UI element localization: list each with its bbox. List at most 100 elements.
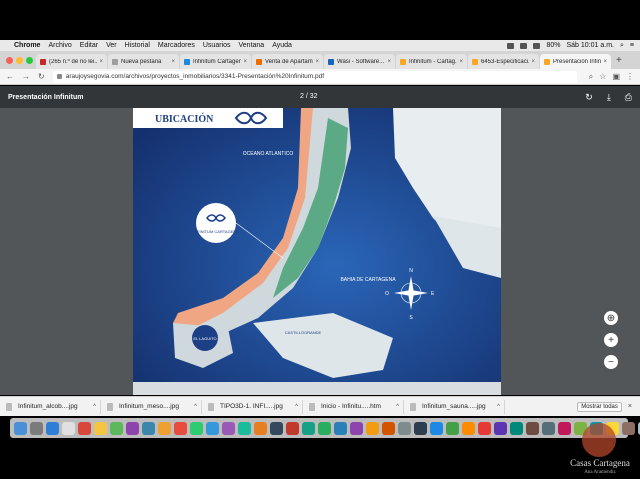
- menu-historial[interactable]: Historial: [125, 42, 150, 49]
- dock-app-icon[interactable]: [158, 421, 171, 435]
- print-icon[interactable]: ⎙: [625, 92, 632, 103]
- bookmark-star-icon[interactable]: ☆: [599, 72, 606, 81]
- dock-app-icon[interactable]: [30, 421, 43, 435]
- menu-kebab-icon[interactable]: ⋮: [626, 72, 634, 81]
- tab-close-icon[interactable]: ×: [603, 59, 607, 65]
- show-all-button[interactable]: Mostrar todas: [577, 401, 622, 412]
- dock-app-icon[interactable]: [318, 421, 331, 435]
- dock-app-icon[interactable]: [254, 421, 267, 435]
- dock-app-icon[interactable]: [526, 421, 539, 435]
- dock-app-icon[interactable]: [334, 421, 347, 435]
- search-page-icon[interactable]: ⌕: [589, 72, 593, 82]
- dock-app-icon[interactable]: [94, 421, 107, 435]
- pdf-viewport[interactable]: UBICACIÓN OCEANO ATLANTICO BAHIA DE CART…: [0, 108, 640, 395]
- dock-app-icon[interactable]: [398, 421, 411, 435]
- dock-app-icon[interactable]: [110, 421, 123, 435]
- project-marker: [196, 203, 236, 243]
- dock-app-icon[interactable]: [478, 421, 491, 435]
- minimize-window-icon[interactable]: [16, 57, 23, 64]
- chevron-up-icon[interactable]: ^: [497, 404, 500, 410]
- dock-app-icon[interactable]: [222, 421, 235, 435]
- dock-app-icon[interactable]: [462, 421, 475, 435]
- dock-app-icon[interactable]: [510, 421, 523, 435]
- menu-app[interactable]: Chrome: [14, 42, 40, 49]
- dock-app-icon[interactable]: [414, 421, 427, 435]
- dock-app-icon[interactable]: [174, 421, 187, 435]
- menu-usuarios[interactable]: Usuarios: [203, 42, 231, 49]
- chevron-up-icon[interactable]: ^: [93, 404, 96, 410]
- dock-app-icon[interactable]: [270, 421, 283, 435]
- tab-3[interactable]: Venta de Apartam... ×: [252, 54, 323, 69]
- dock-app-icon[interactable]: [46, 421, 59, 435]
- forward-icon[interactable]: →: [22, 72, 30, 81]
- download-item[interactable]: Infinitum_alcob....jpg ^: [0, 399, 101, 414]
- dock-app-icon[interactable]: [494, 421, 507, 435]
- tab-4[interactable]: Wasi - Software... ×: [324, 54, 395, 69]
- back-icon[interactable]: ←: [6, 72, 14, 81]
- dropbox-icon[interactable]: [507, 42, 515, 49]
- dock-app-icon[interactable]: [190, 421, 203, 435]
- download-icon[interactable]: ⤓: [607, 92, 611, 103]
- download-item[interactable]: Infinitum_meso....jpg ^: [101, 399, 202, 414]
- rotate-icon[interactable]: ↻: [585, 92, 593, 103]
- tab-close-icon[interactable]: ×: [387, 59, 391, 65]
- dock-app-icon[interactable]: [78, 421, 91, 435]
- extension-icon[interactable]: ▣: [612, 72, 620, 81]
- new-tab-button[interactable]: +: [616, 54, 622, 69]
- dock-app-icon[interactable]: [302, 421, 315, 435]
- dock-app-icon[interactable]: [350, 421, 363, 435]
- tab-close-icon[interactable]: ×: [315, 59, 319, 65]
- pdf-toolbar: Presentación Infinitum 2 / 32 ↻ ⤓ ⎙: [0, 86, 640, 108]
- dock-app-icon[interactable]: [62, 421, 75, 435]
- download-item[interactable]: Inicio - Infinitu.....htm ^: [303, 399, 404, 414]
- zoom-window-icon[interactable]: [26, 57, 33, 64]
- tab-0[interactable]: (265 n.º de no lei... ×: [36, 54, 107, 69]
- tab-close-icon[interactable]: ×: [459, 59, 463, 65]
- menu-archivo[interactable]: Archivo: [48, 42, 71, 49]
- download-item[interactable]: Infinitum_sauna.....jpg ^: [404, 399, 505, 414]
- search-icon[interactable]: ⌕: [620, 42, 624, 50]
- dock-app-icon[interactable]: [142, 421, 155, 435]
- tab-5[interactable]: Infinitum - Cartag... ×: [396, 54, 467, 69]
- tab-close-icon[interactable]: ×: [99, 59, 103, 65]
- dock-app-icon[interactable]: [238, 421, 251, 435]
- dock-app-icon[interactable]: [206, 421, 219, 435]
- info-icon[interactable]: [56, 74, 62, 79]
- zoom-out-button[interactable]: −: [604, 355, 618, 369]
- chevron-up-icon[interactable]: ^: [194, 404, 197, 410]
- tab-1[interactable]: Nueva pestaña ×: [108, 54, 179, 69]
- dock-app-icon[interactable]: [126, 421, 139, 435]
- dock-app-icon[interactable]: [14, 421, 27, 435]
- wifi-icon[interactable]: [533, 42, 541, 49]
- bluetooth-icon[interactable]: [520, 42, 528, 49]
- download-item[interactable]: TIPO3D-1. INFI.....jpg ^: [202, 399, 303, 414]
- menu-ver[interactable]: Ver: [106, 42, 117, 49]
- menu-ventana[interactable]: Ventana: [239, 42, 265, 49]
- tab-close-icon[interactable]: ×: [171, 59, 175, 65]
- clock[interactable]: Sáb 10:01 a.m.: [567, 42, 614, 49]
- tab-close-icon[interactable]: ×: [243, 59, 247, 65]
- chevron-up-icon[interactable]: ^: [396, 404, 399, 410]
- tab-6[interactable]: 6453-Especificaci... ×: [468, 54, 539, 69]
- dock-app-icon[interactable]: [382, 421, 395, 435]
- close-icon[interactable]: ×: [628, 403, 632, 410]
- dock-app-icon[interactable]: [542, 421, 555, 435]
- tab-2[interactable]: Infinitum Cartagen...×: [180, 54, 251, 69]
- dock-app-icon[interactable]: [286, 421, 299, 435]
- chevron-up-icon[interactable]: ^: [295, 404, 298, 410]
- reload-icon[interactable]: ↻: [38, 72, 45, 81]
- menu-editar[interactable]: Editar: [80, 42, 98, 49]
- dock-app-icon[interactable]: [446, 421, 459, 435]
- menu-ayuda[interactable]: Ayuda: [272, 42, 292, 49]
- close-window-icon[interactable]: [6, 57, 13, 64]
- address-bar[interactable]: araujoysegovia.com/archivos/proyectos_in…: [52, 70, 577, 83]
- battery-label[interactable]: 80%: [546, 42, 560, 49]
- zoom-in-button[interactable]: +: [604, 333, 618, 347]
- menu-list-icon[interactable]: ≡: [630, 42, 634, 49]
- tab-7[interactable]: Presentación Infini...×: [540, 54, 611, 69]
- dock-app-icon[interactable]: [430, 421, 443, 435]
- fit-page-button[interactable]: ⊕: [604, 311, 618, 325]
- tab-close-icon[interactable]: ×: [531, 59, 535, 65]
- menu-marcadores[interactable]: Marcadores: [158, 42, 195, 49]
- dock-app-icon[interactable]: [366, 421, 379, 435]
